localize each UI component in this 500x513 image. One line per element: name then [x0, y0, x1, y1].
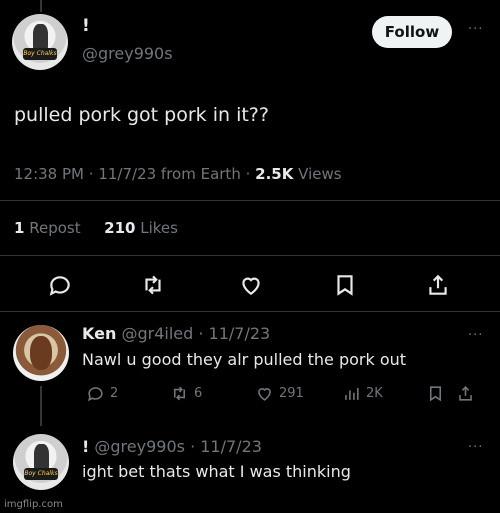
more-options-icon[interactable]: ··· [468, 440, 483, 455]
like-icon [258, 388, 271, 401]
reply-header: ! @grey990s · 11/7/23 [82, 437, 262, 456]
engagement-stats: 1 Repost 210 Likes [14, 219, 178, 237]
reply-handle[interactable]: @grey990s [94, 437, 185, 456]
thread-line-top [40, 0, 42, 12]
reply-display-name[interactable]: Ken [82, 324, 116, 343]
bookmark-icon[interactable] [332, 272, 358, 298]
reply-views-button[interactable]: 2K [342, 384, 383, 403]
more-options-icon[interactable]: ··· [468, 328, 483, 343]
reply-handle[interactable]: @gr4iled [121, 324, 193, 343]
likes-stat[interactable]: 210 Likes [104, 219, 178, 237]
tweet-meta: 12:38 PM · 11/7/23 from Earth · 2.5K Vie… [14, 165, 342, 183]
tweet-time[interactable]: 12:38 PM [14, 165, 84, 183]
reply-icon[interactable] [47, 272, 73, 298]
reply-reply-button[interactable]: 2 [86, 384, 118, 403]
like-count: 291 [279, 386, 304, 401]
views-icon [345, 387, 359, 400]
repost-icon [173, 386, 186, 401]
divider [0, 255, 500, 256]
repost-icon[interactable] [140, 272, 166, 298]
reply-display-name[interactable]: ! [82, 437, 89, 456]
like-icon[interactable] [238, 272, 264, 298]
thread-line [40, 386, 42, 426]
display-name[interactable]: ! [82, 16, 90, 36]
reply-date[interactable]: 11/7/23 [200, 437, 262, 456]
repost-stat[interactable]: 1 Repost [14, 219, 81, 237]
avatar-sign: Boy Chalks [24, 467, 58, 480]
tweet-source: from Earth [160, 165, 241, 183]
reply-text: Nawl u good they alr pulled the pork out [82, 350, 407, 369]
tweet-action-bar [0, 268, 500, 302]
tweet-date[interactable]: 11/7/23 [98, 165, 156, 183]
views-count: 2.5K [255, 165, 294, 183]
avatar[interactable]: Boy Chalks [12, 14, 68, 70]
share-icon[interactable] [456, 384, 475, 403]
reply-icon [87, 387, 103, 402]
divider [0, 200, 500, 201]
reply-avatar[interactable]: Boy Chalks [13, 434, 69, 490]
views-label: Views [298, 165, 342, 183]
view-count: 2K [366, 386, 383, 401]
divider [0, 311, 500, 312]
share-icon[interactable] [425, 272, 451, 298]
reply-count: 2 [110, 386, 119, 401]
repost-count: 6 [194, 386, 203, 401]
bookmark-icon[interactable] [426, 384, 445, 403]
tweet-text: pulled pork got pork in it?? [14, 104, 269, 126]
more-options-icon[interactable]: ··· [468, 22, 483, 37]
reply-repost-button[interactable]: 6 [170, 384, 202, 403]
handle[interactable]: @grey990s [82, 44, 173, 63]
reply-text: ight bet thats what I was thinking [82, 462, 351, 481]
reply-date[interactable]: 11/7/23 [209, 324, 271, 343]
watermark: imgflip.com [4, 499, 63, 510]
reply-like-button[interactable]: 291 [255, 384, 304, 403]
reply-header: Ken @gr4iled · 11/7/23 [82, 324, 271, 343]
avatar-sign: Boy Chalks [23, 47, 57, 60]
follow-button[interactable]: Follow [372, 16, 452, 48]
reply-avatar[interactable] [13, 325, 69, 381]
